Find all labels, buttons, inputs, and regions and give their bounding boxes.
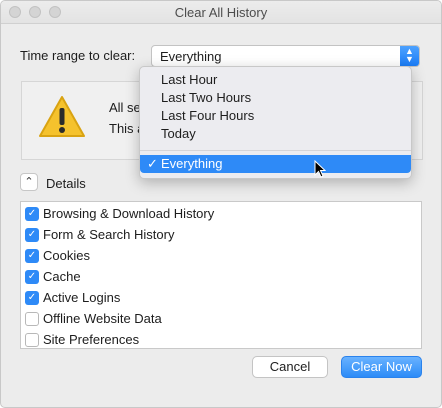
list-item-browsing-history[interactable]: ✓ Browsing & Download History: [21, 204, 421, 224]
title-bar: Clear All History: [1, 1, 441, 24]
menu-item-last-four-hours[interactable]: Last Four Hours: [140, 107, 411, 125]
checkbox-checked-icon[interactable]: ✓: [25, 249, 39, 263]
time-range-dropdown-menu: Last Hour Last Two Hours Last Four Hours…: [139, 66, 412, 179]
list-item-offline-website-data[interactable]: Offline Website Data: [21, 309, 421, 329]
cancel-button[interactable]: Cancel: [252, 356, 328, 378]
chevron-up-icon: ⌃: [24, 176, 34, 188]
menu-separator: [140, 150, 411, 151]
checkbox-checked-icon[interactable]: ✓: [25, 291, 39, 305]
checkbox-unchecked-icon[interactable]: [25, 333, 39, 347]
select-arrows-icon[interactable]: ▲ ▼: [400, 46, 419, 66]
list-item-active-logins[interactable]: ✓ Active Logins: [21, 288, 421, 308]
warning-text-line-1: All se: [109, 100, 141, 115]
menu-item-today[interactable]: Today: [140, 125, 411, 143]
warning-icon: [39, 96, 85, 137]
time-range-select[interactable]: Everything ▲ ▼: [151, 45, 420, 67]
time-range-label: Time range to clear:: [20, 48, 136, 63]
clear-now-button[interactable]: Clear Now: [341, 356, 422, 378]
menu-item-last-two-hours[interactable]: Last Two Hours: [140, 89, 411, 107]
checkbox-checked-icon[interactable]: ✓: [25, 270, 39, 284]
history-items-list: ✓ Browsing & Download History ✓ Form & S…: [20, 201, 422, 349]
checkbox-checked-icon[interactable]: ✓: [25, 228, 39, 242]
checkmark-icon: ✓: [147, 156, 158, 171]
menu-item-last-hour[interactable]: Last Hour: [140, 71, 411, 89]
menu-item-everything[interactable]: ✓ Everything: [140, 155, 411, 173]
time-range-value: Everything: [160, 49, 222, 64]
list-item-cookies[interactable]: ✓ Cookies: [21, 246, 421, 266]
details-label: Details: [46, 176, 86, 191]
checkbox-checked-icon[interactable]: ✓: [25, 207, 39, 221]
list-item-site-preferences[interactable]: Site Preferences: [21, 330, 421, 350]
list-item-form-search-history[interactable]: ✓ Form & Search History: [21, 225, 421, 245]
window-title: Clear All History: [174, 5, 268, 20]
checkbox-unchecked-icon[interactable]: [25, 312, 39, 326]
list-item-cache[interactable]: ✓ Cache: [21, 267, 421, 287]
details-toggle-button[interactable]: ⌃: [20, 173, 38, 191]
clear-history-dialog: Clear All History Time range to clear: E…: [0, 0, 442, 408]
mouse-pointer-icon: [314, 160, 326, 178]
